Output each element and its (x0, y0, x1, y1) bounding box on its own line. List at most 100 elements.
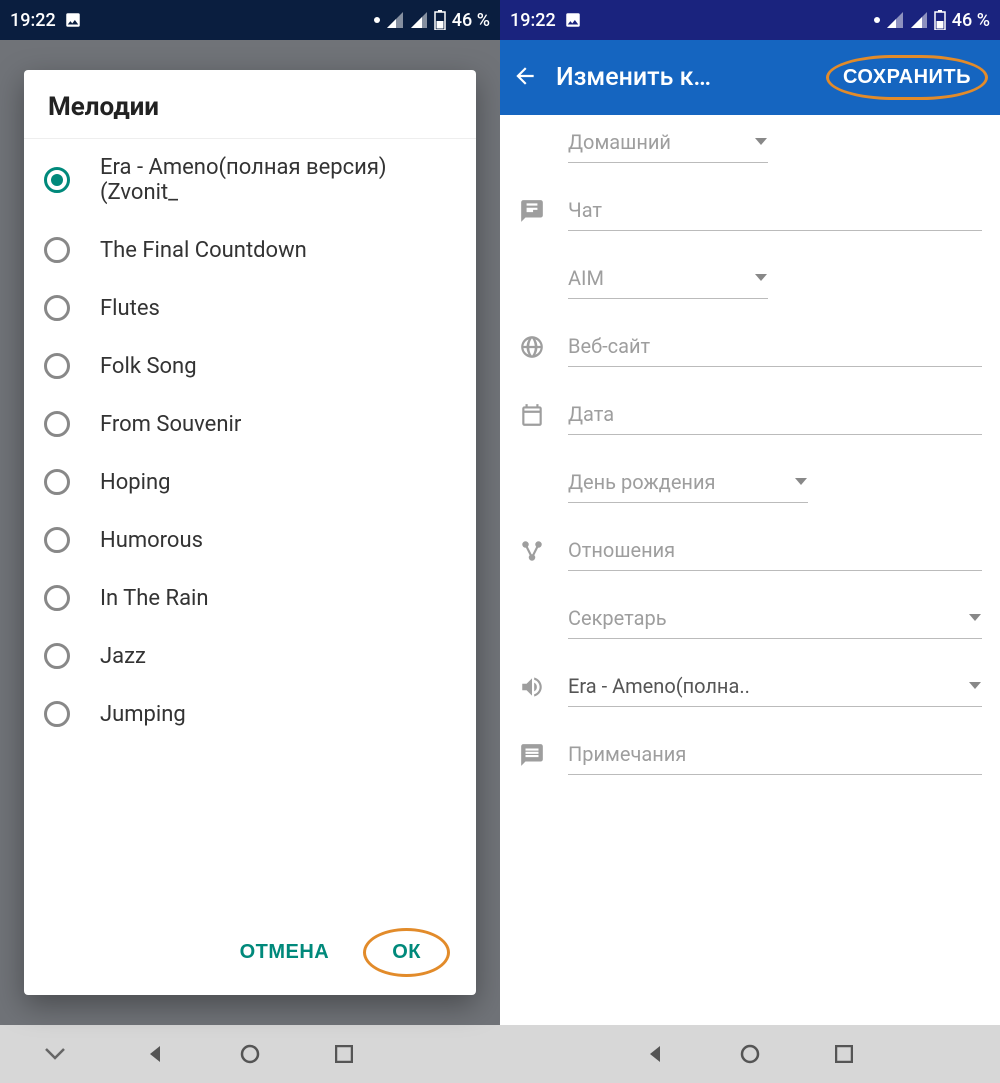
phone-left: 19:22 46 % Мелодии Era - Ameno(полная ве… (0, 0, 500, 1083)
dialog-actions: ОТМЕНА ОК (24, 914, 476, 995)
image-icon (64, 11, 82, 29)
left-body: Мелодии Era - Ameno(полная версия) (Zvon… (0, 40, 500, 1025)
dim-overlay: Мелодии Era - Ameno(полная версия) (Zvon… (0, 40, 500, 1025)
contact-form[interactable]: Домашний Чат AIM Веб-сайт Дата День рождения О… (500, 115, 1000, 1025)
app-title: Изменить к… (556, 63, 808, 92)
status-left: 19:22 (10, 10, 82, 31)
text-field[interactable]: Примечания (568, 741, 982, 775)
nav-back-button[interactable] (644, 1042, 668, 1066)
radio-icon[interactable] (44, 643, 70, 669)
ringtone-label: Jazz (100, 644, 146, 669)
field-row: Era - Ameno(полна.. (518, 673, 982, 707)
status-right: 46 % (874, 10, 990, 31)
radio-icon[interactable] (44, 469, 70, 495)
field-row: Чат (518, 197, 982, 231)
phone-right: 19:22 46 % Изменить к… СОХРАНИТЬ Домашни… (500, 0, 1000, 1083)
ringtone-item[interactable]: Jumping (24, 685, 476, 743)
chevron-down-icon (968, 676, 982, 695)
dropdown-field[interactable]: Домашний (568, 129, 768, 163)
calendar-icon (518, 401, 546, 429)
ringtone-label: In The Rain (100, 586, 209, 611)
note-icon (518, 741, 546, 769)
field-label: День рождения (568, 470, 715, 494)
radio-icon[interactable] (44, 237, 70, 263)
text-field[interactable]: Чат (568, 197, 982, 231)
ringtone-label: From Souvenir (100, 412, 241, 437)
signal1-icon (386, 12, 404, 28)
chevron-down-icon (968, 608, 982, 627)
dot-icon (874, 17, 880, 23)
status-bar: 19:22 46 % (0, 0, 500, 40)
dropdown-field[interactable]: Era - Ameno(полна.. (568, 673, 982, 707)
radio-icon[interactable] (44, 585, 70, 611)
field-row: Веб-сайт (518, 333, 982, 367)
text-field[interactable]: Веб-сайт (568, 333, 982, 367)
radio-icon[interactable] (44, 353, 70, 379)
text-field[interactable]: Отношения (568, 537, 982, 571)
ringtone-item[interactable]: Flutes (24, 279, 476, 337)
nav-home-button[interactable] (738, 1042, 762, 1066)
ringtone-label: Flutes (100, 296, 160, 321)
ringtone-item[interactable]: Folk Song (24, 337, 476, 395)
ringtone-label: The Final Countdown (100, 238, 307, 263)
status-time: 19:22 (510, 10, 556, 31)
dialog-title: Мелодии (24, 70, 476, 139)
signal2-icon (910, 12, 928, 28)
share-icon (518, 537, 546, 565)
radio-icon[interactable] (44, 411, 70, 437)
ringtone-label: Humorous (100, 528, 203, 553)
field-row: День рождения (518, 469, 982, 503)
nav-back-button[interactable] (144, 1042, 168, 1066)
save-button[interactable]: СОХРАНИТЬ (826, 55, 988, 100)
field-label: Отношения (568, 538, 675, 562)
signal2-icon (410, 12, 428, 28)
image-icon (564, 11, 582, 29)
nav-recent-button[interactable] (332, 1042, 356, 1066)
ringtone-item[interactable]: The Final Countdown (24, 221, 476, 279)
radio-icon[interactable] (44, 295, 70, 321)
nav-recent-button[interactable] (832, 1042, 856, 1066)
ringtone-label: Jumping (100, 702, 186, 727)
chevron-down-icon (754, 132, 768, 151)
field-row: Дата (518, 401, 982, 435)
dropdown-field[interactable]: AIM (568, 265, 768, 299)
ok-button[interactable]: ОК (382, 935, 431, 970)
globe-icon (518, 333, 546, 361)
ringtone-item[interactable]: In The Rain (24, 569, 476, 627)
battery-icon (434, 10, 446, 30)
field-label: Секретарь (568, 606, 667, 630)
field-label: AIM (568, 266, 604, 290)
field-row: Домашний (518, 129, 982, 163)
field-label: Примечания (568, 742, 686, 766)
field-row: AIM (518, 265, 982, 299)
field-row: Секретарь (518, 605, 982, 639)
field-label: Дата (568, 402, 614, 426)
ringtone-item[interactable]: From Souvenir (24, 395, 476, 453)
nav-bar (500, 1025, 1000, 1083)
keyboard-down-icon[interactable] (35, 1047, 75, 1061)
ringtone-item[interactable]: Jazz (24, 627, 476, 685)
ringtone-item[interactable]: Humorous (24, 511, 476, 569)
dropdown-field[interactable]: Секретарь (568, 605, 982, 639)
field-label: Era - Ameno(полна.. (568, 674, 750, 698)
radio-icon[interactable] (44, 527, 70, 553)
radio-icon[interactable] (44, 701, 70, 727)
dropdown-field[interactable]: День рождения (568, 469, 808, 503)
battery-icon (934, 10, 946, 30)
text-field[interactable]: Дата (568, 401, 982, 435)
radio-icon[interactable] (44, 167, 70, 193)
chevron-down-icon (794, 472, 808, 491)
nav-bar (0, 1025, 500, 1083)
back-button[interactable] (512, 63, 538, 93)
message-icon (518, 197, 546, 225)
ringtone-list[interactable]: Era - Ameno(полная версия) (Zvonit_ The F… (24, 139, 476, 914)
cancel-button[interactable]: ОТМЕНА (230, 935, 340, 970)
ringtone-item[interactable]: Hoping (24, 453, 476, 511)
ringtone-dialog: Мелодии Era - Ameno(полная версия) (Zvon… (24, 70, 476, 995)
dot-icon (374, 17, 380, 23)
status-time: 19:22 (10, 10, 56, 31)
field-row: Примечания (518, 741, 982, 775)
ringtone-label: Folk Song (100, 354, 197, 379)
nav-home-button[interactable] (238, 1042, 262, 1066)
ringtone-item[interactable]: Era - Ameno(полная версия) (Zvonit_ (24, 139, 476, 221)
